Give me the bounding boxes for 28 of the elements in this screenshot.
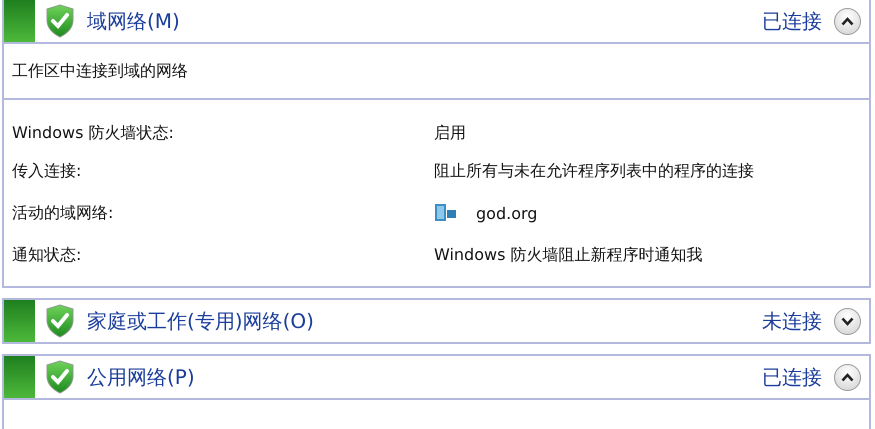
- detail-value: Windows 防火墙阻止新程序时通知我: [434, 244, 703, 266]
- server-icon: [434, 203, 458, 223]
- expand-button[interactable]: [834, 364, 861, 390]
- connection-status: 未连接: [762, 308, 822, 334]
- shield-check-icon: [45, 4, 75, 38]
- network-title: 公用网络(P): [87, 364, 195, 390]
- chevron-up-icon: [841, 16, 854, 26]
- detail-value: 阻止所有与未在允许程序列表中的程序的连接: [434, 160, 754, 182]
- chevron-down-icon: [841, 316, 854, 326]
- status-strip: [4, 300, 35, 342]
- status-strip: [4, 0, 35, 42]
- connection-status: 已连接: [762, 364, 822, 390]
- chevron-up-icon: [841, 372, 854, 382]
- detail-label: 通知状态:: [12, 244, 82, 266]
- connection-status: 已连接: [762, 8, 822, 34]
- network-description: 工作区中连接到域的网络: [12, 60, 188, 82]
- shield-check-icon: [45, 360, 75, 394]
- detail-label: 传入连接:: [12, 160, 82, 182]
- network-title: 域网络(M): [87, 8, 180, 34]
- expand-button[interactable]: [834, 308, 861, 334]
- status-strip: [4, 356, 35, 398]
- detail-value: god.org: [476, 204, 538, 222]
- network-title: 家庭或工作(专用)网络(O): [87, 308, 314, 334]
- shield-check-icon: [45, 304, 75, 338]
- detail-value: 启用: [434, 122, 466, 144]
- expand-button[interactable]: [834, 8, 861, 34]
- detail-label: 活动的域网络:: [12, 202, 114, 224]
- detail-label: Windows 防火墙状态:: [12, 122, 175, 144]
